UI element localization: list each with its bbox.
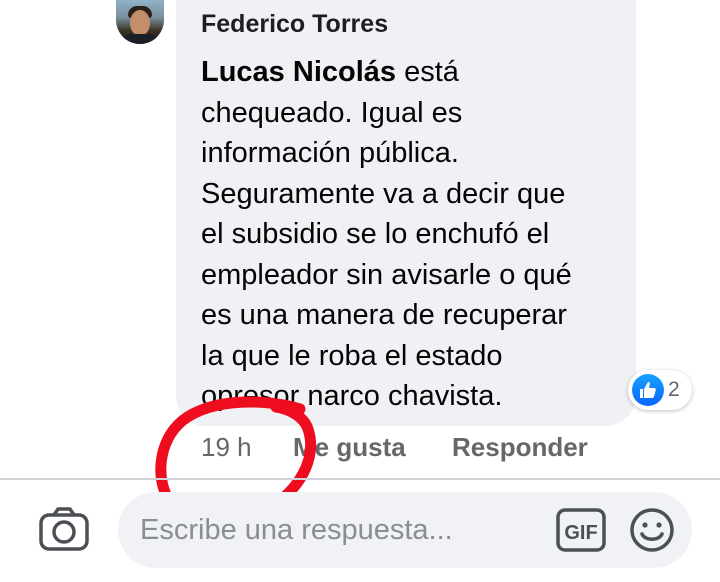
reply-button[interactable]: Responder <box>452 432 588 464</box>
like-icon <box>632 374 664 406</box>
comment-line: chequeado. Igual es <box>201 96 463 129</box>
reaction-summary[interactable]: 2 <box>628 370 692 410</box>
avatar-shirt <box>118 34 162 44</box>
divider <box>0 478 720 480</box>
comment-line: información pública. <box>201 137 459 169</box>
gif-button[interactable]: GIF <box>556 508 606 552</box>
reply-placeholder: Escribe una respuesta... <box>140 514 453 546</box>
gif-label: GIF <box>564 522 597 544</box>
comment-line: empleador sin avisarle o qué <box>201 258 572 291</box>
camera-icon[interactable] <box>38 506 90 557</box>
comment-line: la que le roba el estado <box>201 339 503 372</box>
comment-mention[interactable]: Lucas Nicolás <box>201 56 396 88</box>
comment-author[interactable]: Federico Torres <box>201 10 388 39</box>
comment-line: el subsidio se lo enchufó el <box>201 218 550 250</box>
smiley-icon[interactable] <box>628 506 676 554</box>
comment-line-1-suffix: está <box>396 56 459 88</box>
comment-line: Seguramente va a decir que <box>201 177 566 210</box>
avatar[interactable] <box>116 0 164 44</box>
reaction-count: 2 <box>668 378 680 401</box>
comment-line: es una manera de recuperar <box>201 299 567 331</box>
comment-text: Lucas Nicolás está chequeado. Igual es i… <box>201 52 621 417</box>
avatar-face <box>130 10 150 36</box>
